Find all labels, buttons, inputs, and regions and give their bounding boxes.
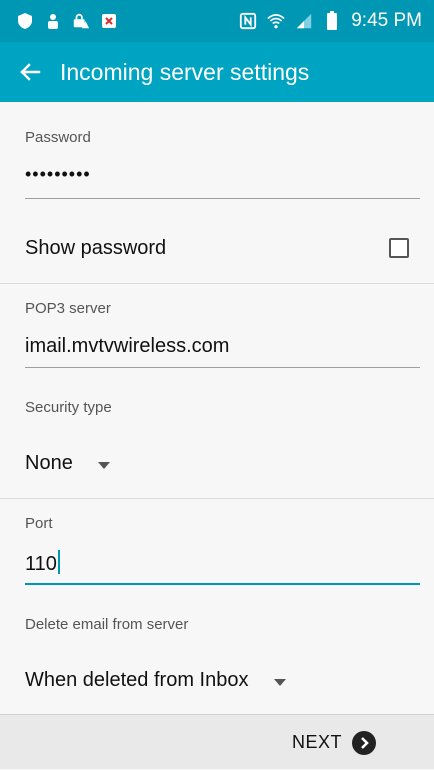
port-value: 110 [25, 553, 57, 575]
server-input[interactable]: imail.mvtvwireless.com [25, 335, 229, 358]
back-button[interactable] [0, 42, 60, 102]
security-type-dropdown[interactable]: None [25, 452, 111, 475]
security-type-value: None [25, 452, 73, 474]
server-underline [25, 367, 420, 368]
status-time: 9:45 PM [351, 10, 422, 31]
port-input[interactable]: 110 [25, 550, 60, 576]
chevron-right-circle-icon [352, 730, 376, 755]
show-password-checkbox[interactable] [389, 238, 409, 258]
close-box-notification-icon [100, 12, 118, 30]
bottom-bar: NEXT [0, 714, 434, 769]
security-type-label: Security type [25, 399, 112, 416]
server-label: POP3 server [25, 300, 111, 317]
battery-icon [323, 11, 341, 30]
delete-email-dropdown[interactable]: When deleted from Inbox [25, 669, 287, 692]
next-button[interactable]: NEXT [292, 715, 376, 770]
show-password-label: Show password [25, 237, 167, 259]
section-divider [0, 498, 434, 499]
text-cursor [57, 550, 60, 574]
signal-icon [295, 12, 313, 30]
dropdown-arrow-icon [274, 669, 287, 692]
port-underline-focused [25, 583, 420, 585]
port-label: Port [25, 515, 53, 532]
password-label: Password [25, 129, 91, 146]
password-input[interactable]: ••••••••• [25, 164, 91, 185]
arrow-left-icon [20, 63, 41, 81]
wifi-icon [267, 12, 285, 30]
next-label: NEXT [291, 732, 342, 752]
status-bar: 9:45 PM [0, 0, 434, 42]
shield-notification-icon [16, 12, 34, 30]
person-notification-icon [44, 12, 62, 30]
nfc-icon [239, 12, 257, 30]
section-divider [0, 283, 434, 284]
app-bar: Incoming server settings [0, 42, 434, 102]
delete-email-value: When deleted from Inbox [25, 669, 249, 691]
alert-notification-icon [72, 12, 90, 30]
dropdown-arrow-icon [98, 452, 111, 475]
delete-email-label: Delete email from server [25, 616, 189, 633]
password-underline [25, 198, 420, 199]
page-title: Incoming server settings [60, 58, 310, 85]
